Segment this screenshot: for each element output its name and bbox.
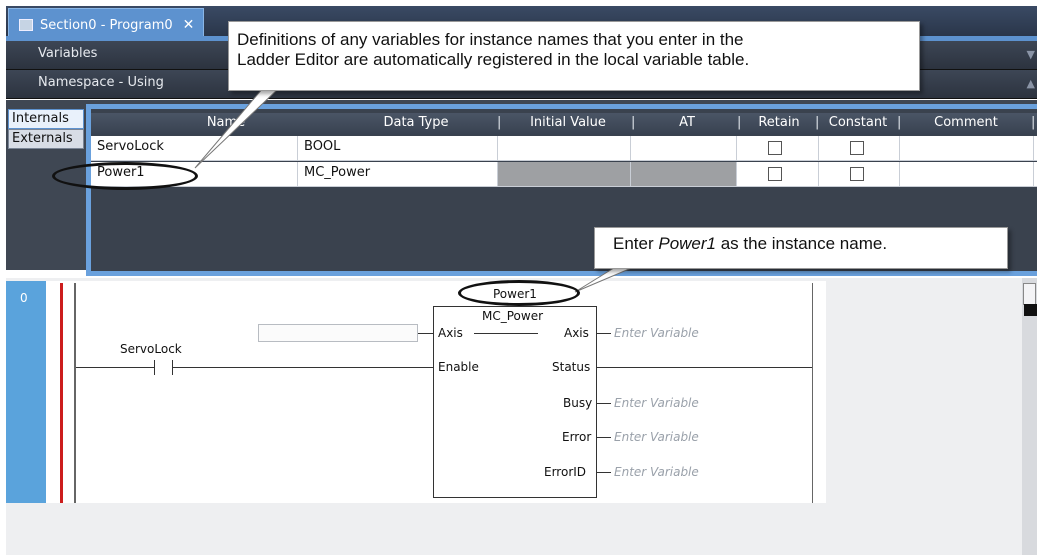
highlight-oval-instance-name [458,280,580,306]
callout-instance-em: Power1 [658,234,716,253]
callout-instance-name: Enter Power1 as the instance name. [594,227,1008,269]
callout-line-1: Definitions of any variables for instanc… [237,30,744,49]
callout-instance-pre: Enter [613,234,659,253]
callout-line-2: Ladder Editor are automatically register… [237,50,750,69]
callout-auto-registration: Definitions of any variables for instanc… [228,21,920,91]
highlight-oval-power1-row [52,162,198,190]
callout-instance-post: as the instance name. [716,234,888,253]
